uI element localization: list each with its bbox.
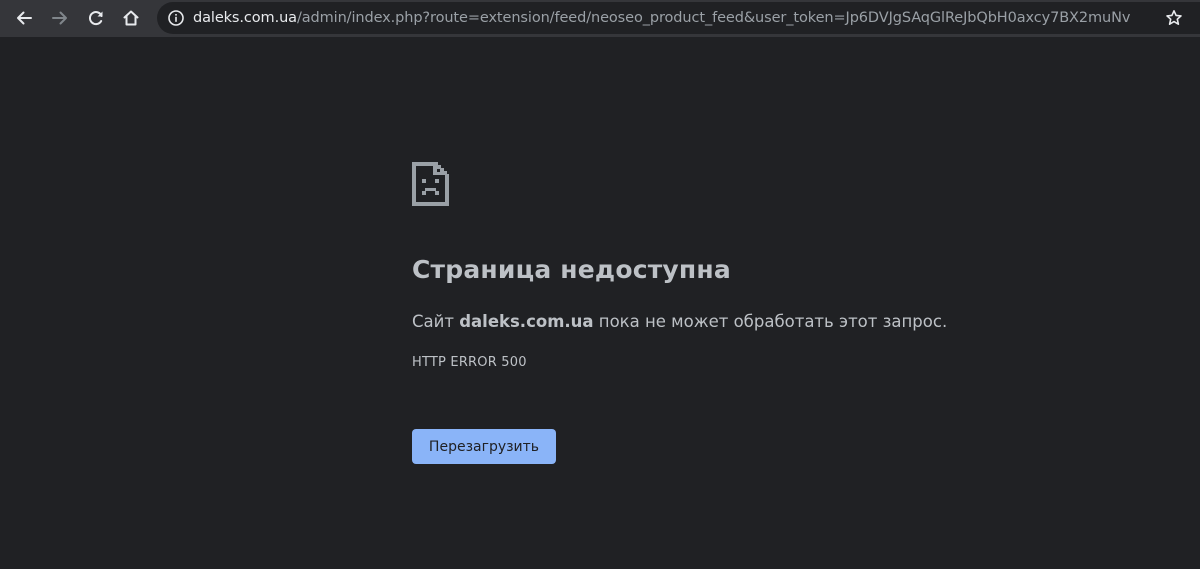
sad-page-glyph	[412, 162, 449, 206]
browser-toolbar: daleks.com.ua/admin/index.php?route=exte…	[0, 0, 1200, 37]
url-path: /admin/index.php?route=extension/feed/ne…	[296, 10, 1131, 26]
star-icon	[1166, 10, 1182, 25]
reload-icon	[88, 11, 103, 26]
error-message: Сайт daleks.com.ua пока не может обработ…	[412, 312, 947, 331]
message-suffix: пока не может обработать этот запрос.	[598, 312, 948, 331]
bookmark-button[interactable]	[1160, 6, 1188, 30]
home-button[interactable]	[116, 3, 146, 33]
url-domain: daleks.com.ua	[193, 10, 297, 26]
error-page: Страница недоступна Сайт daleks.com.ua п…	[0, 37, 1200, 569]
message-domain: daleks.com.ua	[459, 312, 594, 331]
message-prefix: Сайт	[412, 312, 454, 331]
address-bar[interactable]: daleks.com.ua/admin/index.php?route=exte…	[157, 2, 1200, 34]
error-heading: Страница недоступна	[412, 255, 731, 284]
site-info-glyph	[168, 10, 184, 26]
error-code: HTTP ERROR 500	[412, 355, 527, 370]
back-arrow-icon	[17, 11, 32, 25]
reload-button[interactable]: Перезагрузить	[412, 429, 556, 464]
url-text[interactable]: daleks.com.ua/admin/index.php?route=exte…	[193, 2, 1130, 34]
info-icon[interactable]	[167, 9, 185, 27]
forward-arrow-icon	[52, 11, 67, 25]
reload-page-button[interactable]	[81, 3, 111, 33]
back-button[interactable]	[9, 3, 39, 33]
forward-button[interactable]	[45, 3, 75, 33]
home-icon	[123, 10, 139, 26]
sad-page-icon	[412, 162, 449, 206]
